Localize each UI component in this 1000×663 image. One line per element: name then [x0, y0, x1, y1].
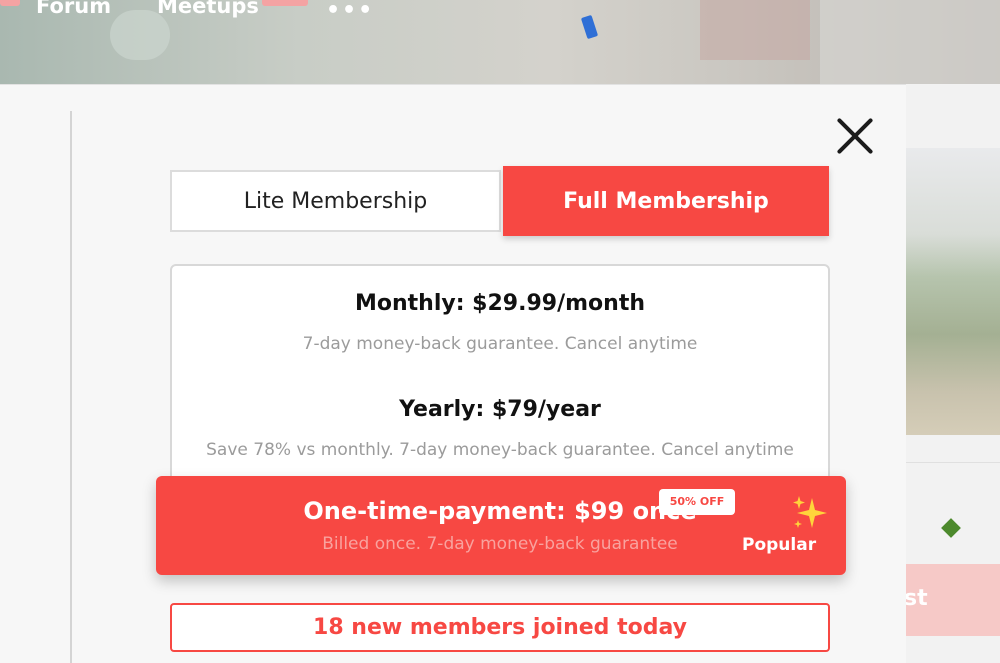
nav-link-meetups[interactable]: Meetups	[157, 0, 259, 18]
nav-link-forum[interactable]: Forum	[36, 0, 111, 18]
nav-indicator	[262, 0, 308, 6]
background-button: st	[904, 564, 1000, 636]
tab-lite-membership[interactable]: Lite Membership	[170, 170, 501, 232]
plan-monthly-subtitle: 7-day money-back guarantee. Cancel anyti…	[302, 334, 698, 354]
background-landscape-image	[906, 148, 1000, 435]
modal-divider	[70, 111, 72, 663]
sparkle-icon	[793, 496, 827, 528]
tab-label: Lite Membership	[243, 188, 428, 214]
social-proof-banner: 18 new members joined today	[170, 603, 830, 652]
nav-indicator	[0, 0, 20, 6]
popular-tag: Popular	[742, 535, 817, 555]
plan-onetime-title: One-time-payment: $99 once	[303, 497, 697, 525]
membership-modal: Lite Membership Full Membership Monthly:…	[0, 84, 906, 663]
tab-label: Full Membership	[563, 188, 769, 214]
more-menu-icon[interactable]: •••	[326, 0, 374, 23]
plan-yearly-subtitle: Save 78% vs monthly. 7-day money-back gu…	[206, 440, 794, 460]
social-proof-text: 18 new members joined today	[313, 615, 687, 640]
plan-onetime-subtitle: Billed once. 7-day money-back guarantee	[322, 534, 678, 554]
close-icon[interactable]	[834, 115, 876, 157]
plan-yearly-title[interactable]: Yearly: $79/year	[172, 397, 828, 422]
plans-card: Monthly: $29.99/month 7-day money-back g…	[170, 264, 830, 504]
tab-full-membership[interactable]: Full Membership	[503, 166, 829, 236]
background-header: Forum Meetups •••	[0, 0, 1000, 84]
background-content: st	[904, 84, 1000, 663]
discount-badge: 50% OFF	[659, 489, 735, 515]
plan-onetime-button[interactable]: One-time-payment: $99 once Billed once. …	[156, 476, 846, 575]
plan-monthly-title[interactable]: Monthly: $29.99/month	[172, 291, 828, 316]
